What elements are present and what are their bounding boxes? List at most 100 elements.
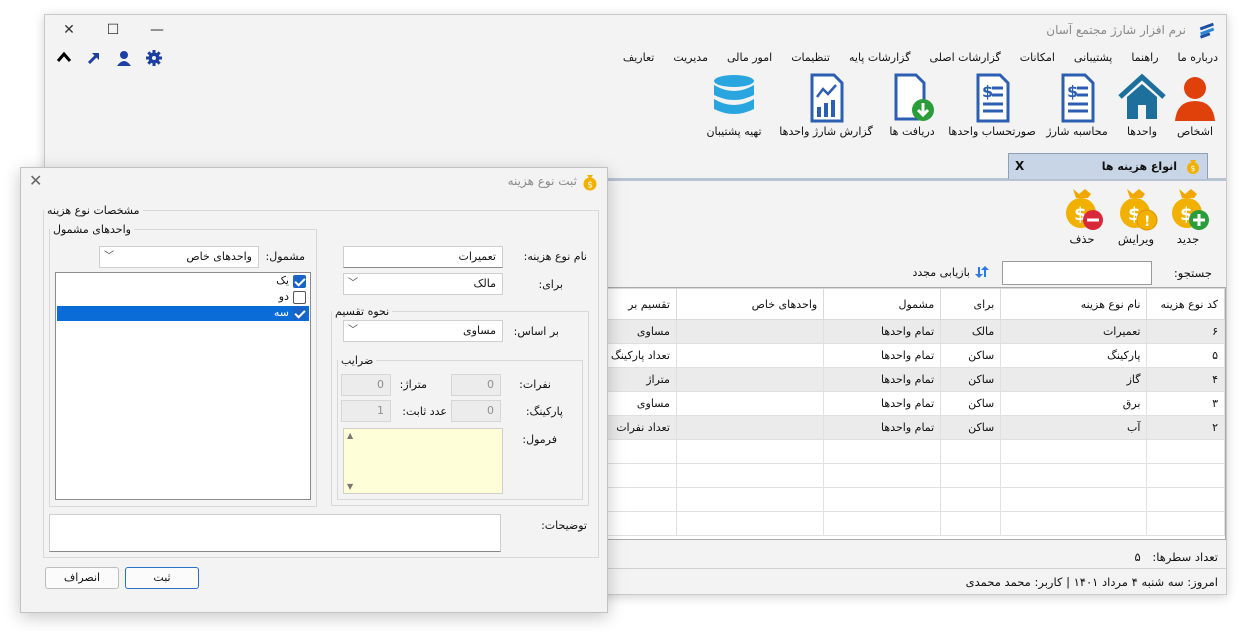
maximize-button[interactable]: ☐ <box>93 19 133 41</box>
collapse-chevron-up-icon[interactable] <box>55 49 73 67</box>
cell <box>675 319 825 344</box>
persons-input[interactable]: 0 <box>451 374 501 396</box>
document-download-icon <box>894 73 934 121</box>
close-window-button[interactable]: ✕ <box>49 19 89 41</box>
table-row[interactable]: ۶ تعمیرات مالک تمام واحدها مساوی <box>606 319 1225 344</box>
formula-input[interactable]: ▲ ▼ <box>343 428 503 494</box>
persons-button[interactable]: اشخاص <box>1170 73 1220 138</box>
included-select[interactable]: واحدهای خاص ﹀ <box>99 246 259 268</box>
row-count: تعداد سطرها: ۵ <box>1135 550 1218 564</box>
svg-text:$: $ <box>1067 82 1078 101</box>
menu-management[interactable]: مدیریت <box>673 51 708 64</box>
cancel-button[interactable]: انصراف <box>45 567 119 589</box>
list-item[interactable]: سه <box>57 306 309 321</box>
for-select[interactable]: مالک ﹀ <box>343 273 503 295</box>
refresh-button[interactable]: بازیابی مجدد <box>912 264 990 280</box>
col-included[interactable]: مشمول <box>823 288 942 320</box>
chevron-down-icon: ﹀ <box>104 251 114 262</box>
tab-cost-types[interactable]: $ انواع هزینه ها X <box>1008 153 1208 179</box>
unit-checkbox[interactable] <box>293 275 306 288</box>
group-coefficients-title: ضرایب <box>341 354 374 367</box>
cell <box>675 367 825 392</box>
table-row[interactable]: ۵ پارکینگ ساکن تمام واحدها تعداد پارکینگ <box>606 343 1225 368</box>
col-name[interactable]: نام نوع هزینه <box>1000 288 1148 320</box>
cell: مالک <box>940 319 1002 344</box>
table-row[interactable]: ۳ برق ساکن تمام واحدها مساوی <box>606 391 1225 416</box>
empty-row <box>606 439 1225 464</box>
minimize-button[interactable]: — <box>137 19 177 41</box>
scroll-up-icon[interactable]: ▲ <box>347 431 353 440</box>
svg-text:!: ! <box>1144 214 1150 230</box>
table-row[interactable]: ۲ آب ساکن تمام واحدها تعداد نفرات <box>606 415 1225 440</box>
menu-definitions[interactable]: تعاریف <box>623 51 654 64</box>
fixed-number-input[interactable]: 1 <box>341 400 391 422</box>
parking-label: پارکینگ: <box>525 405 563 418</box>
included-select-value: واحدهای خاص <box>186 250 252 263</box>
formula-scrollbar[interactable]: ▲ ▼ <box>344 429 360 493</box>
delete-button[interactable]: $ حذف <box>1058 185 1106 246</box>
basis-select[interactable]: مساوی ﹀ <box>343 320 503 342</box>
menu-finance[interactable]: امور مالی <box>727 51 772 64</box>
menu-bar: تعاریف مدیریت امور مالی تنظیمات گزارشات … <box>45 45 1226 73</box>
col-divide-by[interactable]: تقسیم بر <box>606 288 677 320</box>
table-row[interactable]: ۴ گاز ساکن تمام واحدها متراژ <box>606 367 1225 392</box>
invoice-dollar-icon: $ <box>1061 73 1095 123</box>
list-item[interactable]: دو <box>57 290 309 305</box>
col-for[interactable]: برای <box>940 288 1002 320</box>
cell: ساکن <box>940 415 1002 440</box>
money-bag-edit-icon: $! <box>1120 189 1158 231</box>
backup-label: تهیه پشتیبان <box>706 125 762 138</box>
cell: مساوی <box>606 391 677 416</box>
refresh-icon <box>975 266 989 278</box>
scroll-down-icon[interactable]: ▼ <box>347 482 353 491</box>
menu-about[interactable]: درباره ما <box>1178 51 1218 64</box>
unit-charge-report-button[interactable]: گزارش شارژ واحدها <box>772 73 880 138</box>
tab-close-button[interactable]: X <box>1015 159 1024 173</box>
new-button[interactable]: $ جدید <box>1164 185 1212 246</box>
list-item[interactable]: یک <box>57 274 309 289</box>
unit-bills-label: صورتحساب واحدها <box>948 125 1036 138</box>
search-label: جستجو: <box>1173 266 1212 280</box>
menu-settings[interactable]: تنظیمات <box>791 51 830 64</box>
cell <box>675 415 825 440</box>
charge-calc-button[interactable]: $ محاسبه شارژ <box>1044 73 1110 138</box>
edit-button[interactable]: $! ویرایش <box>1112 185 1160 246</box>
svg-text:$: $ <box>587 181 593 191</box>
units-button[interactable]: واحدها <box>1116 73 1168 138</box>
backup-button[interactable]: تهیه پشتیبان <box>698 73 770 138</box>
basis-select-value: مساوی <box>463 324 496 337</box>
group-division-title: نحوه تقسیم <box>335 305 390 318</box>
area-input[interactable]: 0 <box>341 374 391 396</box>
receipts-button[interactable]: دریافت ها <box>882 73 942 138</box>
unit-checkbox[interactable] <box>293 307 306 320</box>
name-input[interactable]: تعمیرات <box>343 246 503 268</box>
search-input[interactable] <box>1002 261 1152 285</box>
menu-help[interactable]: راهنما <box>1131 51 1158 64</box>
delete-label: حذف <box>1069 232 1095 246</box>
user-icon[interactable] <box>115 49 133 67</box>
col-code[interactable]: کد نوع هزینه <box>1146 288 1225 320</box>
cell: ۳ <box>1146 391 1225 416</box>
tab-label: انواع هزینه ها <box>1101 160 1177 173</box>
unit-charge-report-label: گزارش شارژ واحدها <box>779 125 873 138</box>
unit-checkbox[interactable] <box>293 291 306 304</box>
cost-types-grid: کد نوع هزینه نام نوع هزینه برای مشمول وا… <box>605 287 1226 540</box>
menu-features[interactable]: امکانات <box>1020 51 1055 64</box>
fixed-number-label: عدد ثابت: <box>402 405 447 418</box>
arrow-up-right-icon[interactable] <box>85 49 103 67</box>
cell: ساکن <box>940 343 1002 368</box>
refresh-label: بازیابی مجدد <box>912 265 970 279</box>
dialog-close-button[interactable]: ✕ <box>29 171 42 190</box>
menu-support[interactable]: پشتیبانی <box>1074 51 1112 64</box>
persons-label: نفرات: <box>519 378 551 391</box>
notes-input[interactable] <box>49 514 501 552</box>
menu-main-reports[interactable]: گزارشات اصلی <box>929 51 1000 64</box>
gear-icon[interactable] <box>145 49 163 67</box>
save-button[interactable]: ثبت <box>125 567 199 589</box>
unit-bills-button[interactable]: $ صورتحساب واحدها <box>944 73 1040 138</box>
person-icon <box>1175 77 1215 121</box>
col-special-units[interactable]: واحدهای خاص <box>675 288 825 320</box>
menu-basic-reports[interactable]: گزارشات پایه <box>849 51 910 64</box>
parking-input[interactable]: 0 <box>451 400 501 422</box>
cell: مساوی <box>606 319 677 344</box>
